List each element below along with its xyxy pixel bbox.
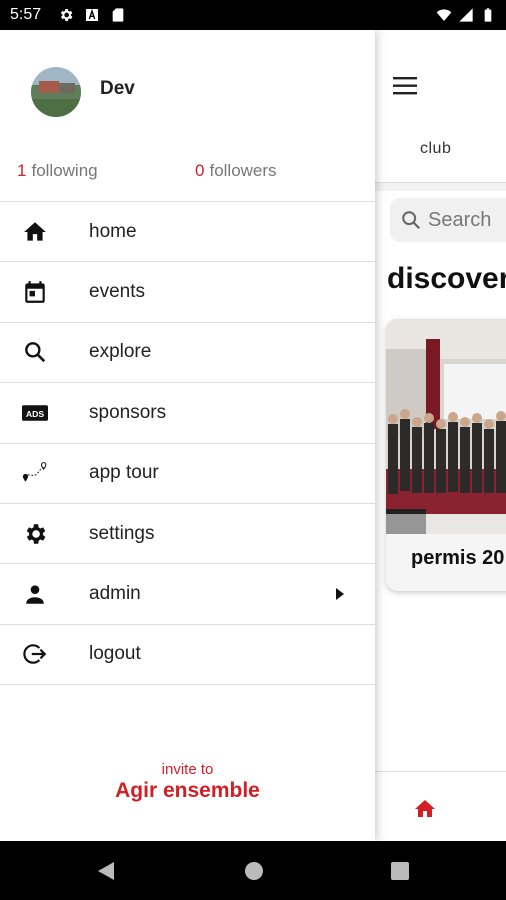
search-icon <box>402 211 421 230</box>
menu-item-label: logout <box>89 643 141 665</box>
user-name[interactable]: Dev <box>100 78 135 100</box>
back-icon[interactable] <box>97 861 115 881</box>
menu-item-label: explore <box>89 341 152 363</box>
followers-stat[interactable]: 0 followers <box>195 161 277 181</box>
followers-count: 0 <box>195 161 205 180</box>
logout-icon <box>22 641 48 667</box>
menu-item-explore[interactable]: explore <box>0 323 375 384</box>
svg-text:ADS: ADS <box>26 409 45 419</box>
person-icon <box>22 581 48 607</box>
tab-club[interactable]: club <box>420 140 451 158</box>
section-title: discover <box>387 262 506 295</box>
menu-item-settings[interactable]: settings <box>0 504 375 565</box>
menu-item-label: app tour <box>89 462 159 484</box>
a-icon <box>86 8 98 21</box>
followers-label: followers <box>209 161 277 180</box>
menu-item-sponsors[interactable]: ADS sponsors <box>0 383 375 444</box>
wifi-icon <box>436 9 452 21</box>
home-icon <box>22 219 48 245</box>
home-icon[interactable] <box>413 797 437 821</box>
gear-icon <box>22 521 48 547</box>
event-photo <box>386 319 506 534</box>
settings-icon <box>60 9 73 21</box>
menu-item-app-tour[interactable]: app tour <box>0 444 375 504</box>
menu-item-events[interactable]: events <box>0 262 375 323</box>
home-button[interactable] <box>245 862 263 880</box>
invite-link[interactable]: Agir ensemble <box>0 779 375 803</box>
expand-arrow-icon[interactable] <box>335 587 345 601</box>
menu-item-admin[interactable]: admin <box>0 564 375 625</box>
search-input[interactable]: Search <box>390 198 506 242</box>
event-card[interactable]: permis 20 <box>386 319 506 591</box>
search-placeholder: Search <box>428 208 492 231</box>
status-time: 5:57 <box>10 6 42 23</box>
hamburger-menu-icon[interactable] <box>393 75 419 97</box>
following-count: 1 <box>17 161 27 180</box>
menu-item-label: settings <box>89 522 155 544</box>
background-app: club Search discover permis 20 <box>375 30 506 841</box>
card-caption: permis 20 <box>411 547 505 569</box>
menu-item-label: events <box>89 281 145 303</box>
drawer-menu: home events explore ADS sponsors app tou… <box>0 201 375 686</box>
recents-button[interactable] <box>391 862 409 880</box>
menu-item-label: home <box>89 220 137 242</box>
sd-card-icon <box>112 8 124 22</box>
signal-icon <box>459 8 473 22</box>
system-nav-bar <box>0 841 506 900</box>
menu-item-logout[interactable]: logout <box>0 625 375 686</box>
following-label: following <box>31 161 98 180</box>
avatar[interactable] <box>31 67 81 117</box>
search-icon <box>22 339 48 365</box>
ads-icon: ADS <box>22 400 48 426</box>
battery-icon <box>484 8 492 22</box>
menu-item-label: sponsors <box>89 401 167 423</box>
route-icon <box>22 460 48 486</box>
divider-band <box>375 183 506 191</box>
status-bar: 5:57 <box>0 0 506 30</box>
menu-item-label: admin <box>89 583 141 605</box>
invite-prefix: invite to <box>161 761 214 778</box>
menu-item-home[interactable]: home <box>0 202 375 263</box>
calendar-icon <box>22 279 48 305</box>
bottom-nav <box>375 771 506 841</box>
following-stat[interactable]: 1 following <box>17 161 98 181</box>
navigation-drawer: Dev 1 following 0 followers home events ex… <box>0 30 375 841</box>
